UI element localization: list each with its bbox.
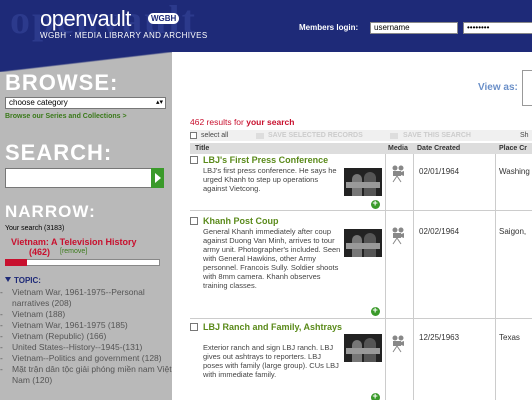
username-input[interactable]: username (370, 22, 458, 34)
sidebar-header-wedge (0, 52, 172, 72)
topic-item[interactable]: - United States--History--1945-(131) (0, 342, 172, 353)
results-count: 462 results for (190, 117, 244, 127)
topic-item-label: Vietnam (188) (12, 309, 66, 319)
record-description: Exterior ranch and sign LBJ ranch. LBJ g… (203, 343, 339, 379)
topic-item-label: Vietnam War, 1961-1975 (185) (12, 320, 128, 330)
film-camera-icon (392, 335, 404, 353)
add-plus-icon[interactable] (371, 198, 380, 209)
record-description: General Khanh immediately after coup aga… (203, 227, 341, 290)
record-thumbnail[interactable] (344, 229, 382, 257)
column-divider (495, 154, 496, 400)
site-logo[interactable]: openvault (40, 6, 131, 32)
record-title-link[interactable]: LBJ Ranch and Family, Ashtrays (203, 322, 343, 332)
search-heading: SEARCH: (5, 140, 113, 165)
topic-item[interactable]: - Vietnam War, 1961-1975 (185) (0, 320, 172, 331)
results-query: your search (246, 117, 295, 127)
column-header-place[interactable]: Place Cr (499, 145, 527, 152)
film-camera-icon (392, 165, 404, 183)
topic-item[interactable]: - Vietnam (188) (0, 309, 172, 320)
record-place: Texas (499, 333, 520, 342)
column-header-date[interactable]: Date Created (417, 145, 460, 152)
topic-item[interactable]: - Vietnam (Republic) (166) (0, 331, 172, 342)
record-thumbnail[interactable] (344, 334, 382, 362)
column-divider (385, 154, 386, 400)
category-select-value: choose category (9, 98, 68, 107)
save-icon (256, 133, 264, 139)
topic-item-label: Vietnam (Republic) (166) (12, 331, 107, 341)
add-plus-icon[interactable] (371, 391, 380, 400)
column-header-title[interactable]: Title (195, 145, 209, 152)
remove-filter-link[interactable]: [remove] (60, 248, 87, 255)
row-divider (190, 318, 532, 319)
column-header-media[interactable]: Media (388, 145, 408, 152)
topic-list: - Vietnam War, 1961-1975--Personal narrat… (0, 287, 172, 386)
chevron-updown-icon: ▴▾ (155, 99, 163, 106)
topic-item-label: Vietnam--Politics and government (128) (12, 353, 162, 363)
category-select[interactable]: choose category ▴▾ (5, 97, 166, 109)
results-summary: 462 results for your search (190, 117, 294, 127)
share-label[interactable]: Sh (520, 132, 529, 139)
active-filter-label[interactable]: Vietnam: A Television History (11, 237, 137, 247)
wgbh-badge: WGBH (148, 13, 180, 24)
record-place: Washing (499, 167, 530, 176)
browse-series-link[interactable]: Browse our Series and Collections > (5, 113, 127, 120)
row-checkbox[interactable] (190, 156, 198, 164)
record-description: LBJ's first press conference. He says he… (203, 166, 337, 193)
record-date: 02/02/1964 (419, 227, 460, 236)
row-checkbox[interactable] (190, 217, 198, 225)
topic-item-label: Mặt trận dân tộc giải phóng miền nam Việ… (12, 364, 172, 385)
search-input[interactable] (5, 168, 152, 188)
save-selected-records-button[interactable]: SAVE SELECTED RECORDS (268, 132, 363, 139)
topic-heading[interactable]: TOPIC: (5, 276, 41, 285)
your-search-label: Your search (3183) (5, 225, 65, 232)
browse-heading: BROWSE: (5, 70, 119, 95)
results-table-header: Title Media Date Created Place Cr (190, 143, 532, 154)
row-divider (190, 210, 532, 211)
select-all-checkbox[interactable] (190, 132, 197, 139)
search-go-button[interactable] (151, 168, 164, 188)
record-title-link[interactable]: LBJ's First Press Conference (203, 155, 343, 165)
filter-bar-track (5, 259, 160, 266)
topic-item-label: Vietnam War, 1961-1975--Personal narrati… (12, 287, 145, 308)
page-root: openvault openvault WGBH WGBH · MEDIA LI… (0, 0, 532, 400)
column-divider (413, 154, 414, 400)
view-as-label: View as: (478, 82, 518, 93)
topic-item-label: United States--History--1945-(131) (12, 342, 143, 352)
site-header: openvault openvault WGBH WGBH · MEDIA LI… (0, 0, 532, 52)
topic-item[interactable]: - Vietnam--Politics and government (128) (0, 353, 172, 364)
save-this-search-button[interactable]: SAVE THIS SEARCH (403, 132, 471, 139)
site-tagline: WGBH · MEDIA LIBRARY AND ARCHIVES (40, 31, 208, 40)
topic-item[interactable]: - Vietnam War, 1961-1975--Personal narrat… (0, 287, 172, 309)
record-thumbnail[interactable] (344, 168, 382, 196)
triangle-down-icon (5, 277, 11, 282)
record-title-link[interactable]: Khanh Post Coup (203, 216, 343, 226)
row-checkbox[interactable] (190, 323, 198, 331)
view-mode-box[interactable] (522, 70, 532, 106)
password-input[interactable]: •••••••• (463, 22, 532, 34)
record-place: Saigon, (499, 227, 527, 236)
select-all-label[interactable]: select all (201, 132, 228, 139)
active-filter-count: (462) (29, 247, 51, 257)
record-date: 12/25/1963 (419, 333, 460, 342)
filter-bar-fill (5, 259, 27, 266)
topic-item[interactable]: - Mặt trận dân tộc giải phóng miền nam Vi… (0, 364, 172, 386)
members-login-label: Members login: (299, 23, 359, 32)
results-action-bar: select all SAVE SELECTED RECORDS SAVE TH… (190, 130, 532, 141)
film-camera-icon (392, 227, 404, 245)
topic-heading-label: TOPIC: (14, 276, 41, 285)
narrow-heading: NARROW: (5, 202, 96, 221)
record-date: 02/01/1964 (419, 167, 460, 176)
add-plus-icon[interactable] (371, 305, 380, 316)
save-icon (390, 133, 398, 139)
